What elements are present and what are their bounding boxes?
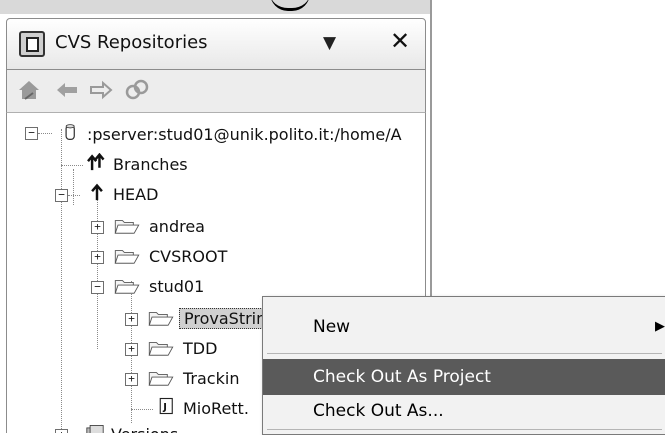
tree-guide (68, 195, 80, 196)
cropped-glyph (270, 0, 310, 11)
menu-item-check-out-as-label: Check Out As... (313, 401, 444, 421)
tree-guide (131, 409, 153, 410)
tdd-label: TDD (183, 339, 218, 358)
menu-item-new[interactable]: New ▶ (263, 309, 665, 345)
tree-item-tracking[interactable]: + Trackin (7, 365, 267, 393)
cvsroot-label: CVSROOT (149, 247, 228, 266)
folder-icon (114, 220, 140, 234)
tree-item-repository[interactable]: − :pserver:stud01@unik.polito.it:/home/A (7, 121, 425, 149)
tree-guide (61, 165, 83, 166)
view-toolbar (6, 70, 426, 113)
tree-item-branches[interactable]: Branches (7, 151, 307, 179)
context-menu: New ▶ Check Out As Project Check Out As.… (262, 296, 665, 435)
expand-icon[interactable]: + (125, 373, 138, 386)
tree-item-tdd[interactable]: + TDD (7, 335, 267, 363)
stud01-label: stud01 (149, 277, 205, 296)
java-file-icon: J (159, 397, 173, 415)
submenu-arrow-icon: ▶ (655, 319, 665, 334)
repository-icon (65, 124, 75, 140)
view-title-bar[interactable]: CVS Repositories ▼ ✕ (6, 18, 426, 70)
collapse-icon[interactable]: − (55, 189, 68, 202)
collapse-icon[interactable]: − (91, 281, 104, 294)
expand-icon[interactable]: + (125, 343, 138, 356)
link-icon[interactable] (123, 76, 151, 104)
branches-label: Branches (113, 155, 188, 174)
folder-icon (114, 280, 140, 294)
folder-icon (148, 312, 174, 326)
branches-icon (87, 153, 105, 171)
menu-item-check-out-as[interactable]: Check Out As... (263, 393, 665, 429)
expand-icon[interactable]: + (55, 429, 68, 433)
cvs-repositories-icon (19, 31, 45, 57)
tree-item-andrea[interactable]: + andrea (7, 213, 307, 241)
collapse-icon[interactable]: − (25, 127, 38, 140)
tree-guide (38, 133, 52, 134)
view-menu-icon[interactable]: ▼ (323, 33, 336, 53)
head-icon (91, 183, 103, 201)
svg-text:J: J (162, 402, 167, 413)
tree-item-head[interactable]: − HEAD (7, 181, 307, 209)
versions-icon (86, 425, 104, 433)
expand-icon[interactable]: + (91, 251, 104, 264)
tracking-label: Trackin (183, 369, 240, 388)
tree-item-miorett[interactable]: J MioRett. (7, 395, 267, 423)
tree-item-versions[interactable]: + Versions (7, 421, 267, 433)
menu-separator (267, 353, 662, 354)
repository-label: :pserver:stud01@unik.polito.it:/home/A (87, 125, 402, 144)
window-top-edge (0, 0, 432, 14)
view-title: CVS Repositories (55, 32, 208, 53)
menu-separator (267, 429, 662, 430)
menu-item-check-out-as-project-label: Check Out As Project (313, 367, 491, 387)
menu-item-new-label: New (313, 317, 351, 337)
head-label: HEAD (113, 185, 159, 204)
expand-icon[interactable]: + (91, 221, 104, 234)
tree-item-cvsroot[interactable]: + CVSROOT (7, 243, 307, 271)
back-arrow-icon[interactable] (53, 76, 81, 104)
folder-icon (148, 342, 174, 356)
close-icon[interactable]: ✕ (390, 29, 410, 53)
folder-icon (114, 250, 140, 264)
miorett-label: MioRett. (183, 399, 249, 418)
versions-label: Versions (111, 425, 178, 433)
menu-item-check-out-as-project[interactable]: Check Out As Project (263, 359, 665, 395)
folder-icon (148, 372, 174, 386)
andrea-label: andrea (149, 217, 205, 236)
forward-arrow-icon[interactable] (87, 76, 115, 104)
expand-icon[interactable]: + (125, 313, 138, 326)
home-icon[interactable] (15, 76, 43, 104)
